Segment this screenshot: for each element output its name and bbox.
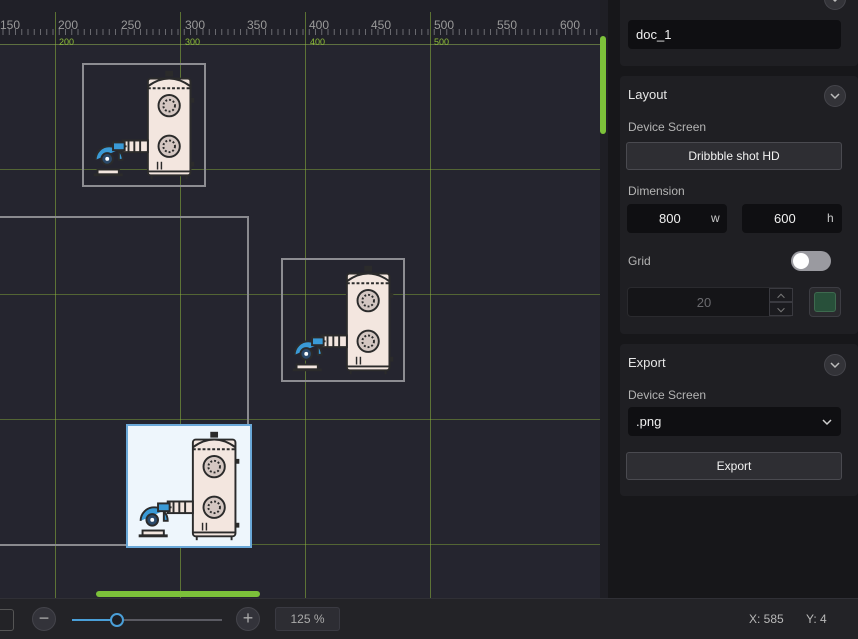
cursor-y-readout: Y: 4 [806, 612, 827, 626]
export-title: Export [628, 355, 666, 370]
zoom-out-button[interactable]: − [32, 607, 56, 631]
export-button[interactable]: Export [626, 452, 842, 480]
layout-collapse-button[interactable] [824, 85, 846, 107]
dimension-label: Dimension [628, 184, 685, 198]
status-bar: − + 125 % X: 585 Y: 4 [0, 598, 858, 639]
export-format-select[interactable]: .png [628, 407, 841, 436]
document-card: doc_1 [620, 0, 858, 66]
layout-card: Layout Device Screen Dribbble shot HD Di… [620, 76, 858, 334]
zoom-slider-handle[interactable] [110, 613, 124, 627]
document-name-input[interactable]: doc_1 [628, 20, 841, 49]
chevron-down-icon [830, 362, 840, 369]
scrubber-tower-asset-1[interactable] [82, 63, 206, 187]
height-value: 600 [774, 211, 796, 226]
height-unit: h [827, 211, 834, 225]
scrubber-tower-icon [137, 430, 241, 542]
ruler-label: 300 [185, 18, 206, 32]
grid-color-swatch [814, 292, 836, 312]
width-value: 800 [659, 211, 681, 226]
zoom-slider[interactable] [72, 613, 222, 627]
ruler-label: 350 [247, 18, 268, 32]
zoom-in-button[interactable]: + [236, 607, 260, 631]
ruler-label: 600 [560, 18, 581, 32]
export-card: Export Device Screen .png Export [620, 344, 858, 496]
ruler-label: 250 [121, 18, 142, 32]
device-screen-label: Device Screen [628, 120, 707, 134]
chevron-up-icon [777, 293, 785, 299]
device-screen-button[interactable]: Dribbble shot HD [626, 142, 842, 170]
grid-label: Grid [628, 254, 651, 268]
zoom-level-display[interactable]: 125 % [275, 607, 340, 631]
ruler-label: 400 [309, 18, 330, 32]
ruler-grid-label: 300 [185, 37, 201, 47]
ruler-label: 200 [58, 18, 79, 32]
chevron-down-icon [830, 93, 840, 100]
chevron-down-icon [777, 307, 785, 313]
vertical-scrollbar-thumb[interactable] [600, 36, 606, 134]
app-root: 150 200 250 300 350 400 450 500 550 600 … [0, 0, 858, 639]
cursor-x-readout: X: 585 [749, 612, 784, 626]
layout-title: Layout [628, 87, 668, 102]
ruler-grid-label: 500 [434, 37, 450, 47]
chevron-down-icon [832, 0, 838, 3]
horizontal-ruler: 150 200 250 300 350 400 450 500 550 600 … [0, 0, 608, 47]
scrubber-tower-asset-3[interactable] [126, 424, 252, 548]
ruler-label: 500 [434, 18, 455, 32]
design-canvas[interactable]: 150 200 250 300 350 400 450 500 550 600 … [0, 0, 608, 598]
ruler-label: 150 [0, 18, 21, 32]
grid-line-vertical [430, 12, 431, 598]
export-format-value: .png [636, 414, 662, 429]
ruler-grid-label: 400 [310, 37, 326, 47]
grid-size-increment[interactable] [769, 288, 793, 302]
scrubber-tower-asset-2[interactable] [281, 258, 405, 382]
height-input[interactable]: 600 h [742, 204, 842, 233]
scrubber-tower-icon [291, 264, 395, 376]
chevron-down-icon [822, 419, 832, 426]
grid-toggle-knob [793, 253, 809, 269]
grid-size-value: 20 [696, 295, 712, 310]
ruler-label: 450 [371, 18, 392, 32]
grid-size-decrement[interactable] [769, 302, 793, 316]
export-device-screen-label: Device Screen [628, 388, 707, 402]
grid-toggle[interactable] [791, 251, 831, 271]
properties-panel: doc_1 Layout Device Screen Dribbble shot… [608, 0, 858, 598]
grid-color-picker[interactable] [809, 287, 841, 317]
horizontal-scrollbar-thumb[interactable] [96, 591, 260, 597]
width-input[interactable]: 800 w [627, 204, 727, 233]
ruler-grid-label: 200 [59, 37, 75, 47]
grid-line-horizontal [0, 44, 608, 45]
width-unit: w [711, 211, 720, 225]
fit-screen-icon[interactable] [0, 609, 14, 631]
scrubber-tower-icon [92, 69, 196, 181]
ruler-label: 550 [497, 18, 518, 32]
document-collapse-button[interactable] [824, 0, 846, 10]
export-collapse-button[interactable] [824, 354, 846, 376]
